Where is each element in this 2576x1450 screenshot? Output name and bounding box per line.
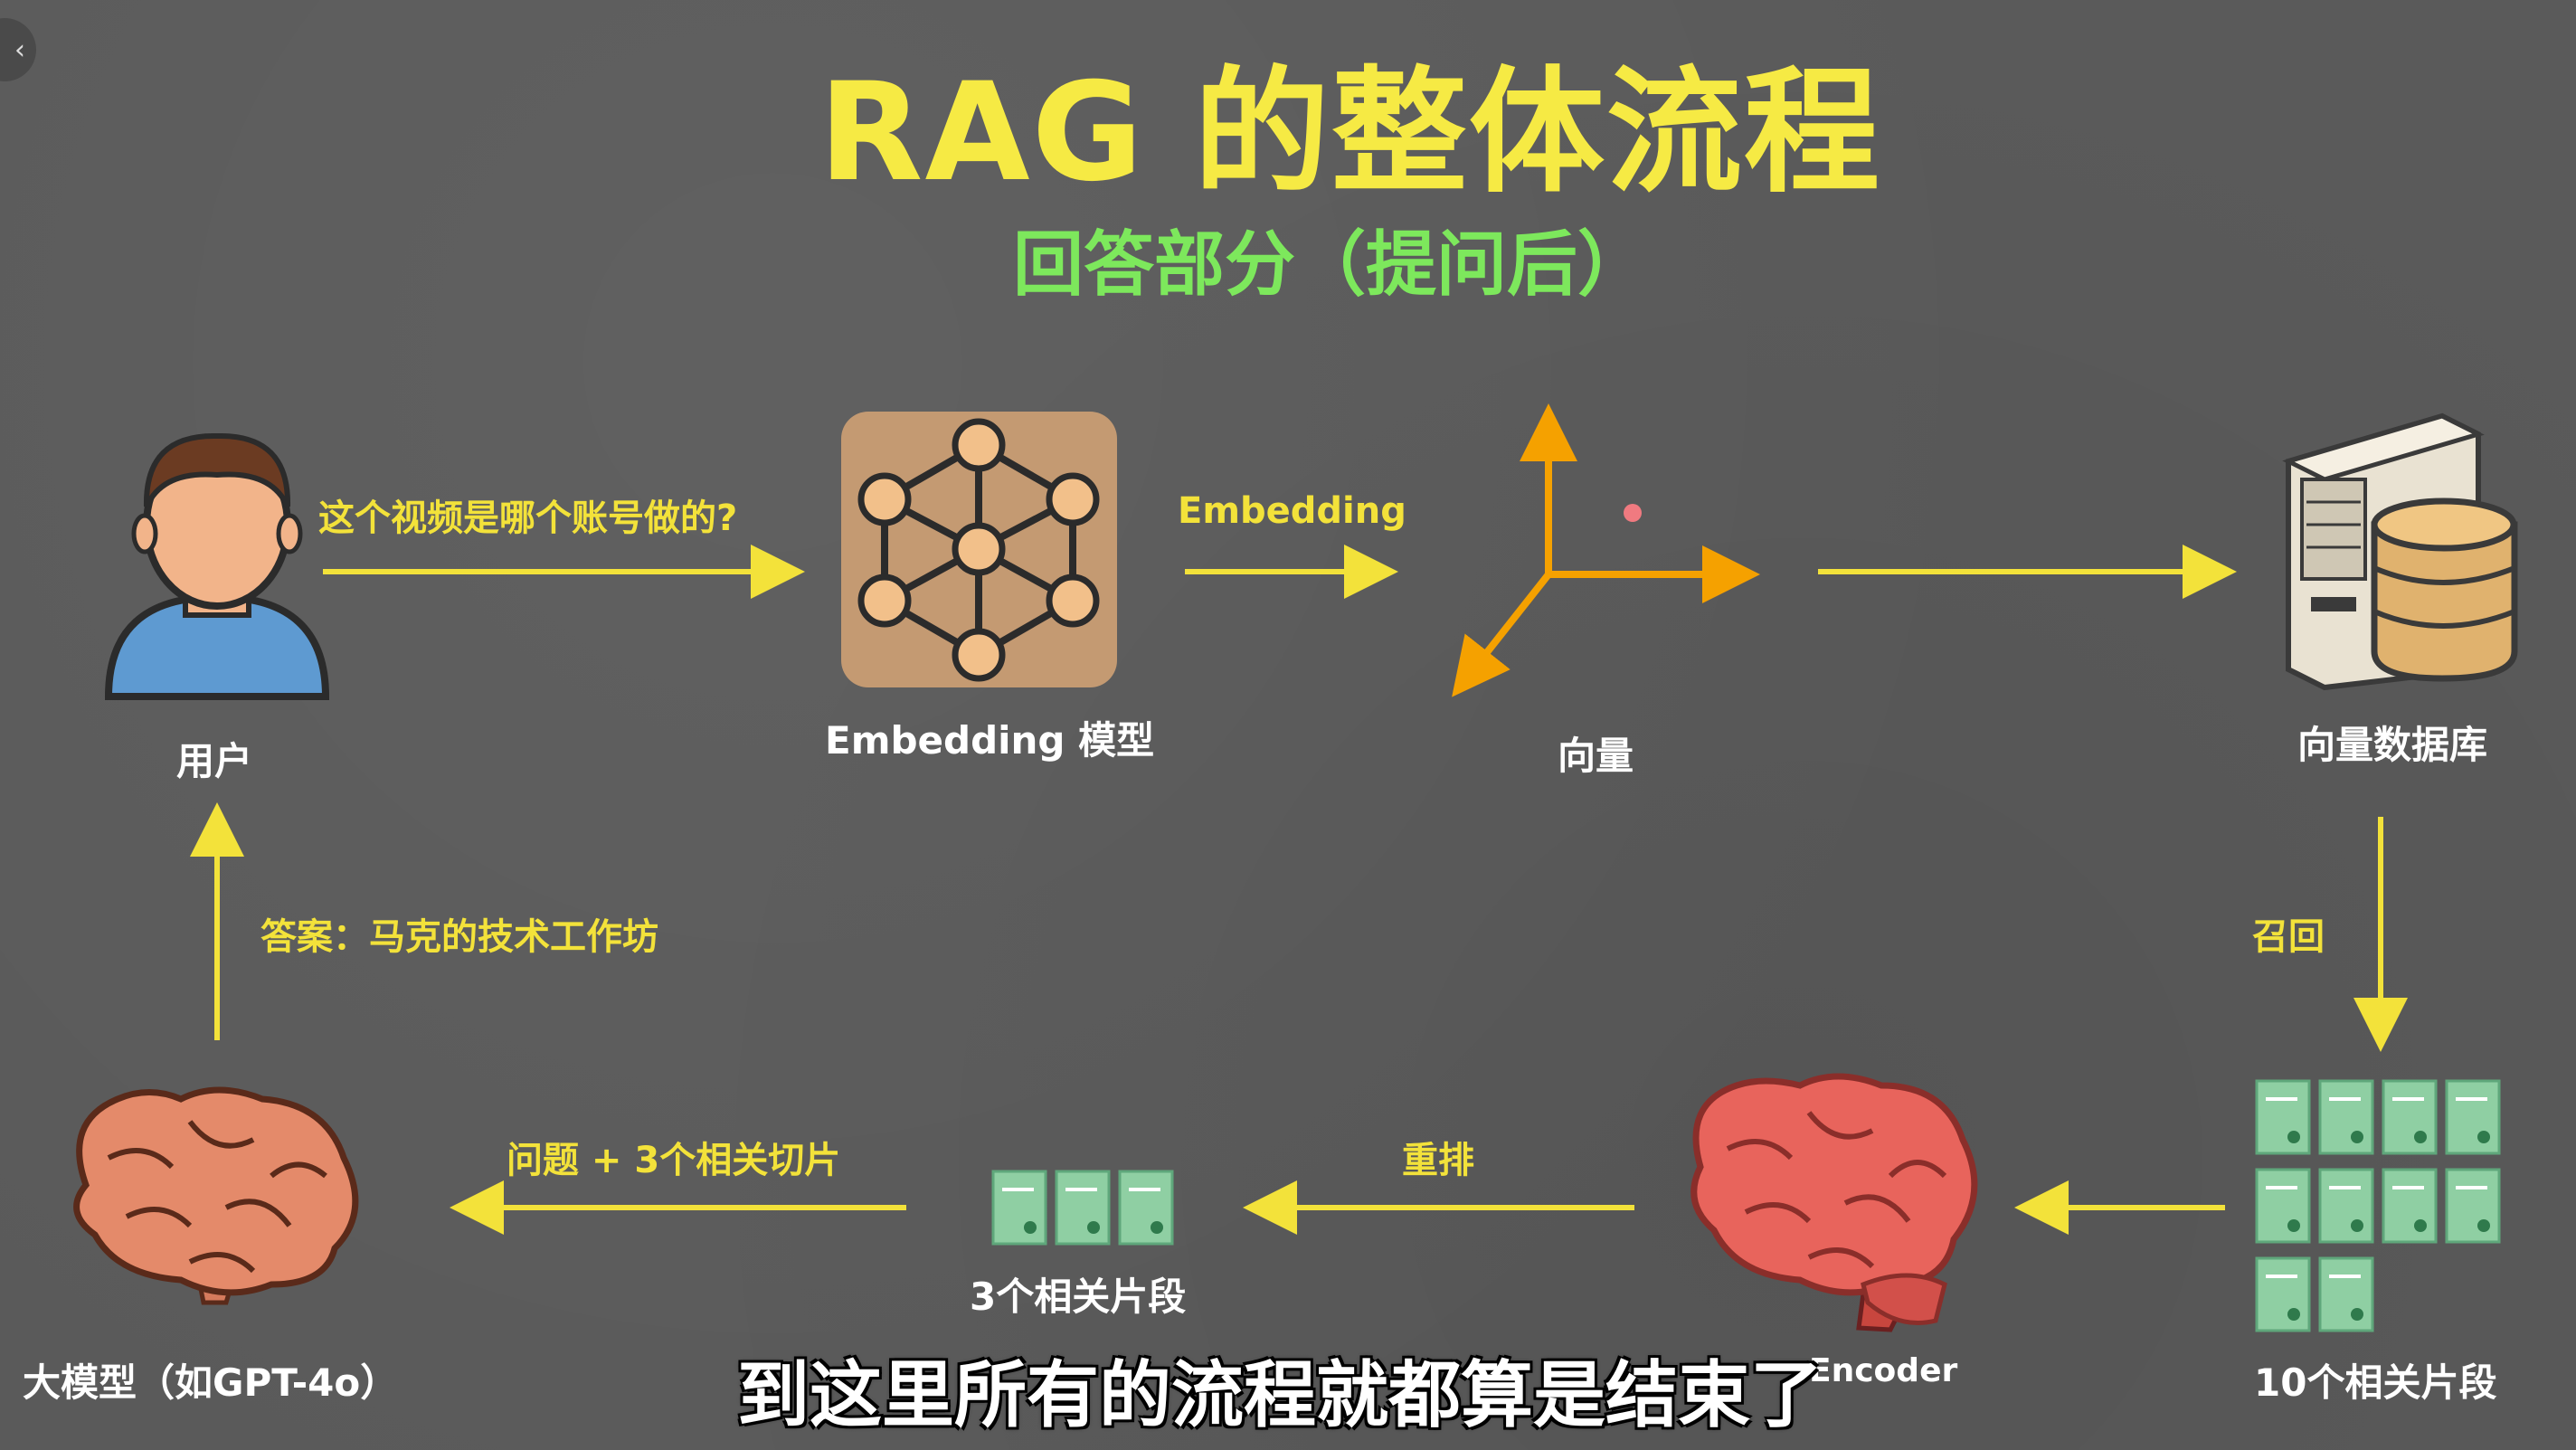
node-label-llm: 大模型（如GPT-4o） bbox=[23, 1360, 399, 1405]
video-caption: 到这里所有的流程就都算是结束了 bbox=[737, 1353, 1823, 1437]
document-chunk-icon bbox=[2445, 1168, 2501, 1244]
document-chunk-icon bbox=[2318, 1256, 2374, 1332]
node-label-three-chunks: 3个相关片段 bbox=[970, 1275, 1187, 1319]
network-icon bbox=[841, 412, 1117, 687]
document-chunk-icon bbox=[2255, 1168, 2311, 1244]
document-chunk-icon bbox=[2318, 1168, 2374, 1244]
document-chunk-icon bbox=[991, 1170, 1047, 1246]
vector-point bbox=[1624, 504, 1642, 522]
node-label-vector-db: 向量数据库 bbox=[2297, 723, 2488, 767]
edge-label-question: 这个视频是哪个账号做的? bbox=[318, 498, 738, 539]
document-chunk-icon bbox=[2382, 1079, 2438, 1155]
node-label-embedding-model: Embedding 模型 bbox=[825, 718, 1155, 763]
node-label-vector: 向量 bbox=[1558, 734, 1634, 778]
document-chunk-icon bbox=[2318, 1079, 2374, 1155]
document-chunk-icon bbox=[2255, 1256, 2311, 1332]
node-label-user: 用户 bbox=[176, 739, 253, 783]
three-chunks-icons bbox=[991, 1170, 1174, 1246]
edge-label-to-llm: 问题 + 3个相关切片 bbox=[507, 1140, 841, 1181]
document-chunk-icon bbox=[2255, 1079, 2311, 1155]
diagram-graphics bbox=[73, 403, 2518, 1332]
document-chunk-icon bbox=[1118, 1170, 1174, 1246]
edge-label-recall: 召回 bbox=[2252, 916, 2325, 958]
node-label-ten-chunks: 10个相关片段 bbox=[2254, 1360, 2497, 1405]
brain-icon bbox=[73, 1086, 359, 1305]
edge-label-answer: 答案：马克的技术工作坊 bbox=[260, 916, 658, 958]
flow-arrows bbox=[190, 545, 2408, 1235]
document-chunk-icon bbox=[2382, 1168, 2438, 1244]
diagram-canvas: ‹ RAG 的整体流程 回答部分（提问后） 用户 Embedding 模型 向量… bbox=[0, 0, 2576, 1450]
edge-label-embedding: Embedding bbox=[1178, 490, 1406, 532]
node-label-reranker: Encoder bbox=[1809, 1352, 1958, 1389]
ten-chunks-icons bbox=[2255, 1079, 2501, 1332]
user-icon bbox=[104, 432, 330, 700]
server-database-icon bbox=[2282, 412, 2518, 691]
document-chunk-icon bbox=[1055, 1170, 1111, 1246]
brain-icon bbox=[1690, 1073, 1978, 1332]
axes-icon bbox=[1452, 403, 1760, 697]
document-chunk-icon bbox=[2445, 1079, 2501, 1155]
edge-label-rerank: 重排 bbox=[1402, 1140, 1474, 1181]
